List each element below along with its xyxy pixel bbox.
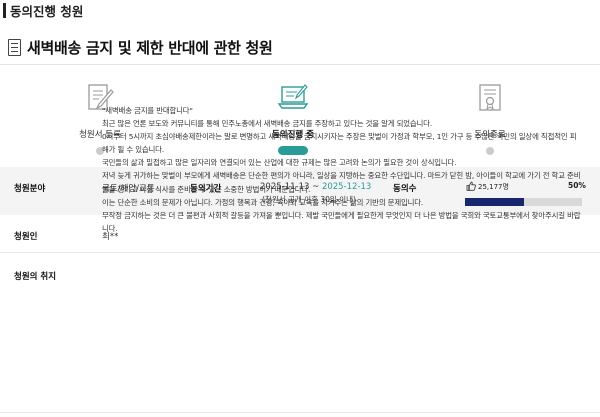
content-paragraph: 0시부터 5시까지 초심야배송제한이라는 말로 변명하고 새벽배송을 금지시키자… bbox=[102, 132, 577, 155]
content-paragraph: 이는 단순한 소비의 문제가 아닙니다. 가정의 행복과 건강, 육아와 교육을… bbox=[102, 197, 424, 207]
content-paragraph: "새벽배송 금지를 반대합니다" bbox=[102, 106, 193, 115]
content-paragraph: 저녁 늦게 귀가하는 맞벌이 부모에게 새벽배송은 단순한 편의가 아니라, 일… bbox=[102, 171, 581, 194]
title-divider bbox=[0, 64, 600, 65]
section-header: 동의진행 청원 bbox=[0, 0, 600, 20]
bottom-divider bbox=[0, 412, 600, 413]
petition-content: "새벽배송 금지를 반대합니다" 최근 많은 언론 보도와 커뮤니티를 통해 민… bbox=[102, 104, 582, 235]
section-header-bar bbox=[3, 2, 6, 18]
petition-title: 새벽배송 금지 및 제한 반대에 관한 청원 bbox=[27, 39, 273, 57]
field-label: 청원분야 bbox=[14, 184, 46, 194]
petition-title-row: 새벽배송 금지 및 제한 반대에 관한 청원 bbox=[8, 37, 273, 58]
section-title: 동의진행 청원 bbox=[10, 3, 84, 19]
content-paragraph: 최근 많은 언론 보도와 커뮤니티를 통해 민주노총에서 새벽배송 금지를 주장… bbox=[102, 119, 433, 129]
purpose-label: 청원의 취지 bbox=[14, 272, 57, 282]
petitioner-label: 청원인 bbox=[14, 232, 38, 242]
info-row-purpose: 청원의 취지 bbox=[0, 253, 600, 417]
content-paragraph: 무작정 금지하는 것은 더 큰 불편과 사회적 갈등을 가져올 뿐입니다. 제발… bbox=[102, 210, 581, 233]
content-paragraph: 국민들의 삶과 밀접하고 많은 일자리와 연결되어 있는 산업에 대한 규제는 … bbox=[102, 158, 457, 168]
document-icon bbox=[8, 39, 21, 56]
